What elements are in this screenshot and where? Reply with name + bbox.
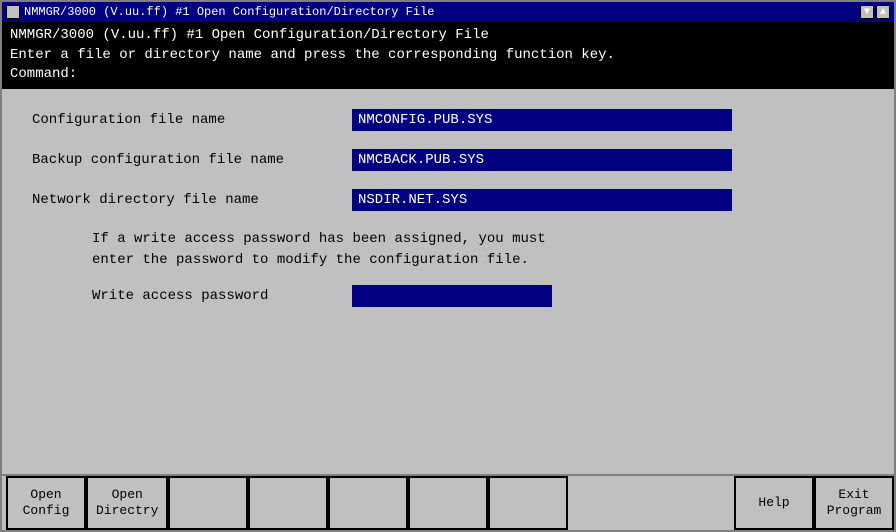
password-section: If a write access password has been assi… xyxy=(32,229,864,307)
backup-field-row: Backup configuration file name xyxy=(32,149,864,171)
network-label: Network directory file name xyxy=(32,192,352,208)
header-line2: Enter a file or directory name and press… xyxy=(10,46,886,66)
password-note-line1: If a write access password has been assi… xyxy=(92,229,864,250)
password-label: Write access password xyxy=(92,288,342,304)
backup-label: Backup configuration file name xyxy=(32,152,352,168)
header-line1: NMMGR/3000 (V.uu.ff) #1 Open Configurati… xyxy=(10,26,886,46)
backup-input[interactable] xyxy=(352,149,732,171)
title-bar: NMMGR/3000 (V.uu.ff) #1 Open Configurati… xyxy=(2,2,894,22)
bottom-spacer xyxy=(568,476,734,530)
window-icon xyxy=(6,5,20,19)
maximize-button[interactable]: ▲ xyxy=(876,5,890,19)
minimize-button[interactable]: ▼ xyxy=(860,5,874,19)
config-input[interactable] xyxy=(352,109,732,131)
network-input[interactable] xyxy=(352,189,732,211)
open-directory-button[interactable]: Open Directry xyxy=(86,476,168,530)
network-field-row: Network directory file name xyxy=(32,189,864,211)
main-window: NMMGR/3000 (V.uu.ff) #1 Open Configurati… xyxy=(0,0,896,532)
config-label: Configuration file name xyxy=(32,112,352,128)
f3-button[interactable] xyxy=(168,476,248,530)
f7-button[interactable] xyxy=(488,476,568,530)
title-bar-controls: ▼ ▲ xyxy=(860,5,890,19)
open-config-button[interactable]: Open Config xyxy=(6,476,86,530)
help-button[interactable]: Help xyxy=(734,476,814,530)
password-row: Write access password xyxy=(92,285,864,307)
bottom-bar: Open Config Open Directry Help Exit Prog… xyxy=(2,474,894,530)
main-content: Configuration file name Backup configura… xyxy=(2,89,894,474)
f4-button[interactable] xyxy=(248,476,328,530)
password-input[interactable] xyxy=(352,285,552,307)
config-field-row: Configuration file name xyxy=(32,109,864,131)
header-area: NMMGR/3000 (V.uu.ff) #1 Open Configurati… xyxy=(2,22,894,89)
exit-program-button[interactable]: Exit Program xyxy=(814,476,894,530)
f5-button[interactable] xyxy=(328,476,408,530)
f6-button[interactable] xyxy=(408,476,488,530)
header-line3: Command: xyxy=(10,65,886,85)
password-note-line2: enter the password to modify the configu… xyxy=(92,250,864,271)
password-note: If a write access password has been assi… xyxy=(92,229,864,271)
title-bar-text: NMMGR/3000 (V.uu.ff) #1 Open Configurati… xyxy=(24,5,434,19)
